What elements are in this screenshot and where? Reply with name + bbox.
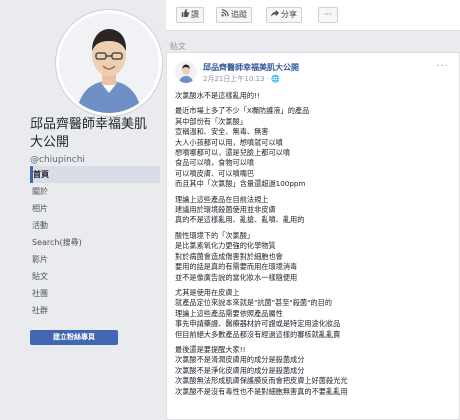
post-paragraph: 次氯酸水不是這樣亂用的!! [175,91,453,101]
post-text-line: 酸性環境下的「次氯酸」 [175,230,255,240]
page-action-bar: 讚 追蹤 分享 ··· [166,0,460,31]
post-text-line: 事先申請藥證、醫療器材許可證或是特定用途化妝品 [175,319,341,329]
create-page-button[interactable]: 建立粉絲專頁 [30,330,118,345]
follow-label: 追蹤 [231,10,247,19]
post-paragraph: 尤其是使用在皮膚上 就產品定位來說本來就是"抗菌"甚至"殺菌"的目的 理論上這些產品… [175,288,453,340]
post-text-line: 而且其中「次氯酸」含量還超過100ppm [175,179,306,189]
profile-photo-illustration [59,13,159,113]
post-text-line: 要用的話是真的有需要而用在環境消毒 [175,262,298,272]
post-text-line: 最近市場上多了不少「X欄防護液」的產品 [175,106,310,116]
post-text-line: 可以噴皮膚、可以噴嘴巴 [175,168,255,178]
post-text-line: 次氯酸不是滑潤皮膚用的成分是殺菌成分 [175,355,305,365]
post-text-line: 次氯酸不是淨化皮膚用的成分是殺菌成分 [175,365,305,375]
post-text-line: 次氯酸水不是這樣亂用的!! [175,91,260,100]
nav-item-events[interactable]: 活動 [30,217,160,234]
post-paragraph: 理論上這些產品在目前法規上 建議用於環境殺菌使用並非皮膚 真的不是這樣亂用、亂搶、亂… [175,195,453,226]
post-text-line: 理論上這些產品需要依照產品屬性 [175,308,283,318]
post-text-line: 次氯酸不是沒有毒性也不是對細胞無害真的不要亂亂用 [175,386,348,396]
post-paragraph: 最近市場上多了不少「X欄防護液」的產品 其中部份有「次氯酸」 宣稱溫和、安全、無毒、… [175,106,453,189]
post-text-line: 建議用於環境殺菌使用並非皮膚 [175,205,276,215]
post-paragraph: 酸性環境下的「次氯酸」 是比氯素氧化力更強的化學物質 對於病菌會造成傷害對於細胞也會… [175,231,453,283]
page-handle[interactable]: @chiupinchi [30,155,85,165]
post-text-line: 但目前絕大多數產品都沒有經過這樣的審核就亂亂賣 [175,329,341,339]
follow-button[interactable]: 追蹤 [216,7,252,23]
more-label: ··· [324,10,332,19]
nav-item-groups[interactable]: 社團 [30,285,160,302]
page-title: 邱品齊醫師幸福美肌大公開 [30,117,148,150]
post-author-avatar[interactable] [175,61,197,83]
nav-item-about[interactable]: 關於 [30,183,160,200]
share-button[interactable]: 分享 [266,7,302,23]
post-text-line: 次氯酸無法形成肌膚保護膜反而會把皮膚上好菌殺光光 [175,376,348,386]
post-text-line: 並不是像廣告說的當化妝水一樣隨便用 [175,272,298,282]
post-text-line: 對於病菌會造成傷害對於細胞也會 [175,251,283,261]
nav-item-search[interactable]: Search(搜尋) [30,234,160,251]
post-text-line: 大人小孩都可以用，想噴就可以噴 [175,137,283,147]
like-button[interactable]: 讚 [176,7,204,23]
post-text-line: 理論上這些產品在目前法規上 [175,194,269,204]
post-more-options-icon[interactable]: ··· [436,61,449,72]
page-nav: 首頁 關於 相片 活動 Search(搜尋) 影片 貼文 社團 社群 [30,166,160,319]
nav-item-community[interactable]: 社群 [30,302,160,319]
post-text-line: 是比氯素氧化力更強的化學物質 [175,241,276,251]
post-text-line: 食品可以噴，食物可以噴 [175,158,255,168]
post-text-line: 最後還是要提醒大家!! [175,344,246,354]
post-text-line: 真的不是這樣亂用、亂搶、亂噴、亂用的 [175,215,305,225]
post-author-name[interactable]: 邱品齊醫師幸福美肌大公開 [203,62,299,73]
post-text-line: 想噴哪都可以，還是兒臉上都可以噴 [175,148,291,158]
share-label: 分享 [281,10,297,19]
post-timestamp[interactable]: 2月21日上午10:13 · 🌐 [203,74,280,84]
nav-item-home[interactable]: 首頁 [30,166,160,183]
post-text-line: 宣稱溫和、安全、無毒、無害 [175,127,269,137]
thumbs-up-icon [181,7,190,23]
post-card: 邱品齊醫師幸福美肌大公開 2月21日上午10:13 · 🌐 ··· 次氯酸水不是… [166,52,460,420]
nav-item-posts[interactable]: 貼文 [30,268,160,285]
post-body: 次氯酸水不是這樣亂用的!! 最近市場上多了不少「X欄防護液」的產品 其中部份有「次氯… [175,91,453,402]
profile-avatar[interactable] [56,10,162,116]
rss-icon [221,7,229,23]
post-text-line: 就產品定位來說本來就是"抗菌"甚至"殺菌"的目的 [175,298,332,308]
page-sidebar: 邱品齊醫師幸福美肌大公開 @chiupinchi 首頁 關於 相片 活動 Sea… [0,0,162,420]
share-arrow-icon [271,7,279,23]
posts-section-label: 貼文 [170,42,186,51]
like-label: 讚 [191,10,199,19]
more-options-button[interactable]: ··· [318,7,338,23]
post-text-line: 其中部份有「次氯酸」 [175,116,247,126]
nav-item-videos[interactable]: 影片 [30,251,160,268]
post-text-line: 尤其是使用在皮膚上 [175,287,240,297]
nav-item-photos[interactable]: 相片 [30,200,160,217]
post-paragraph: 最後還是要提醒大家!! 次氯酸不是滑潤皮膚用的成分是殺菌成分 次氯酸不是淨化皮膚用的… [175,345,453,397]
author-photo-illustration [175,61,197,83]
